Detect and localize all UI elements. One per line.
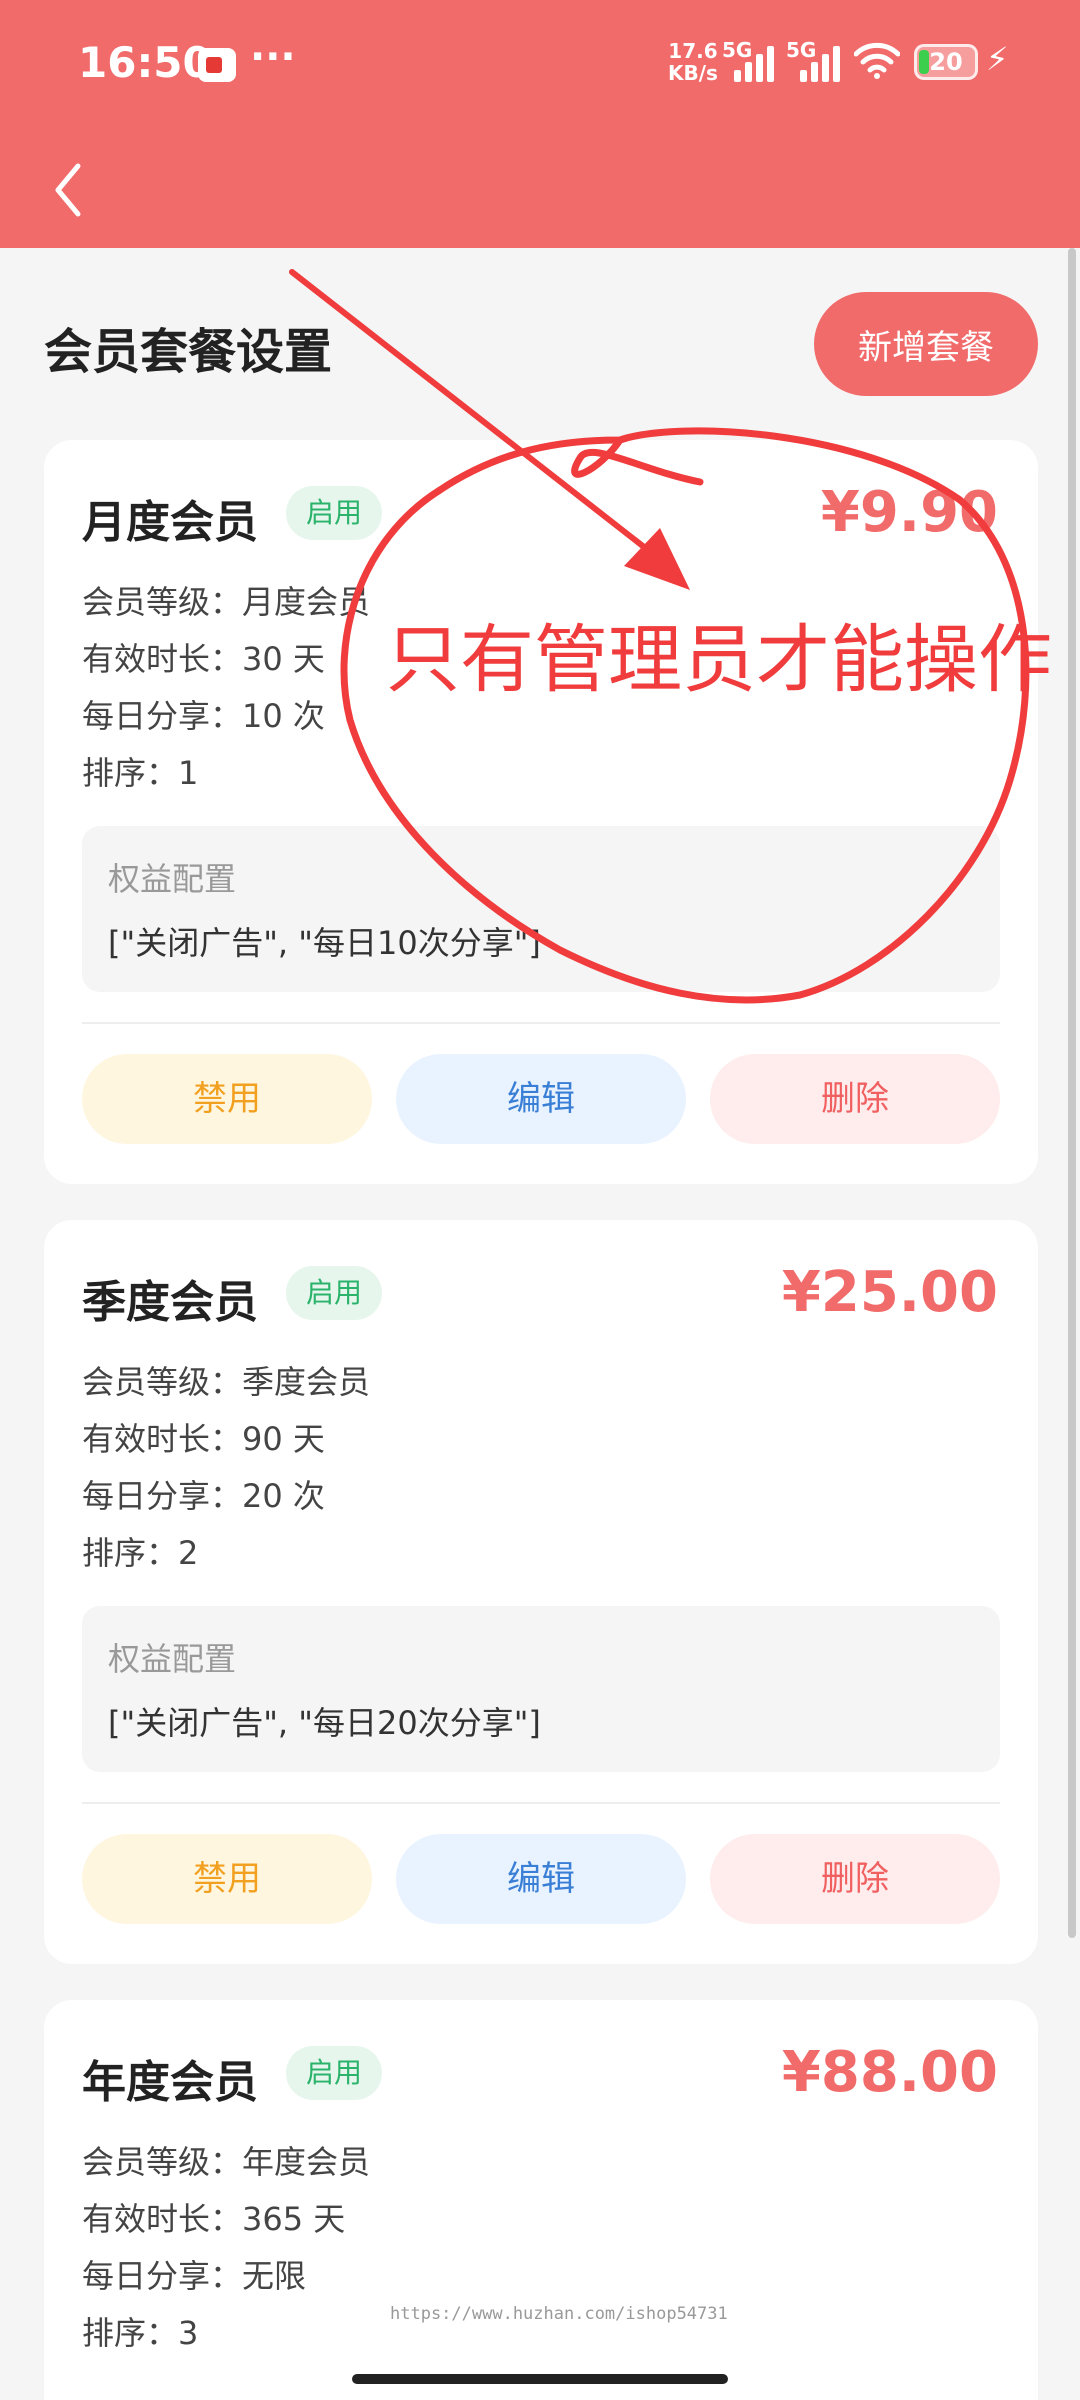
plan-daily-share: 每日分享：10 次 [82, 697, 325, 735]
divider [82, 1802, 1000, 1804]
more-notifications-icon: ··· [250, 34, 296, 80]
plan-duration: 有效时长：365 天 [82, 2200, 346, 2238]
permission-box: 权益配置 ["关闭广告", "每日10次分享"] [82, 826, 1000, 992]
status-bar: 16:50 ··· 17.6 KB/s 5G 5G 20 ⚡ [0, 0, 1080, 130]
plan-price: ¥88.00 [781, 2040, 998, 2105]
plan-name: 月度会员 [82, 497, 258, 548]
plan-sort: 排序：3 [82, 2314, 199, 2352]
plan-level: 会员等级：月度会员 [82, 583, 371, 621]
plan-sort: 排序：1 [82, 754, 199, 792]
plan-card: 季度会员 启用 ¥25.00 会员等级：季度会员 有效时长：90 天 每日分享：… [44, 1220, 1038, 1964]
status-time: 16:50 [78, 38, 212, 87]
plan-info: 会员等级：月度会员 有效时长：30 天 每日分享：10 次 排序：1 [82, 574, 370, 802]
edit-button[interactable]: 编辑 [396, 1834, 686, 1924]
permission-box: 权益配置 ["关闭广告", "每日20次分享"] [82, 1606, 1000, 1772]
plan-level: 会员等级：年度会员 [82, 2143, 371, 2181]
battery-icon: 20 [914, 44, 978, 80]
plan-duration: 有效时长：90 天 [82, 1420, 325, 1458]
battery-level: 20 [929, 48, 963, 76]
speed-value: 17.6 [668, 39, 718, 63]
plan-card: 年度会员 启用 ¥88.00 会员等级：年度会员 有效时长：365 天 每日分享… [44, 2000, 1038, 2400]
network-speed: 17.6 KB/s [668, 40, 718, 84]
status-badge: 启用 [286, 1266, 382, 1320]
plan-name: 年度会员 [82, 2057, 258, 2108]
speed-unit: KB/s [668, 61, 718, 85]
plan-name: 季度会员 [82, 1277, 258, 1328]
permission-label: 权益配置 [108, 860, 237, 898]
status-badge: 启用 [286, 486, 382, 540]
charging-icon: ⚡ [986, 40, 1009, 78]
edit-button[interactable]: 编辑 [396, 1054, 686, 1144]
divider [82, 1022, 1000, 1024]
page-title: 会员套餐设置 [44, 324, 333, 380]
status-badge: 启用 [286, 2046, 382, 2100]
scrollbar[interactable] [1068, 248, 1076, 1938]
plan-sort: 排序：2 [82, 1534, 199, 1572]
disable-button[interactable]: 禁用 [82, 1054, 372, 1144]
plan-info: 会员等级：年度会员 有效时长：365 天 每日分享：无限 排序：3 [82, 2134, 370, 2362]
permission-value: ["关闭广告", "每日20次分享"] [108, 1704, 541, 1742]
signal-bars-icon [800, 46, 840, 82]
screen-record-icon [198, 48, 236, 82]
permission-value: ["关闭广告", "每日10次分享"] [108, 924, 541, 962]
delete-button[interactable]: 删除 [710, 1834, 1000, 1924]
watermark: https://www.huzhan.com/ishop54731 [390, 2304, 728, 2324]
wifi-icon [854, 42, 900, 79]
disable-button[interactable]: 禁用 [82, 1834, 372, 1924]
signal-bars-icon [734, 46, 774, 82]
delete-button[interactable]: 删除 [710, 1054, 1000, 1144]
add-plan-button[interactable]: 新增套餐 [814, 292, 1038, 396]
plan-price: ¥25.00 [781, 1260, 998, 1325]
home-indicator[interactable] [352, 2374, 728, 2384]
chevron-left-icon[interactable] [40, 150, 100, 230]
plan-daily-share: 每日分享：20 次 [82, 1477, 325, 1515]
permission-label: 权益配置 [108, 1640, 237, 1678]
app-header: 16:50 ··· 17.6 KB/s 5G 5G 20 ⚡ [0, 0, 1080, 248]
plan-level: 会员等级：季度会员 [82, 1363, 371, 1401]
plan-duration: 有效时长：30 天 [82, 640, 325, 678]
plan-price: ¥9.90 [820, 480, 998, 545]
annotation-text: 只有管理员才能操作 [386, 617, 1052, 703]
plan-daily-share: 每日分享：无限 [82, 2257, 307, 2295]
plan-info: 会员等级：季度会员 有效时长：90 天 每日分享：20 次 排序：2 [82, 1354, 370, 1582]
plan-card: 月度会员 启用 ¥9.90 会员等级：月度会员 有效时长：30 天 每日分享：1… [44, 440, 1038, 1184]
